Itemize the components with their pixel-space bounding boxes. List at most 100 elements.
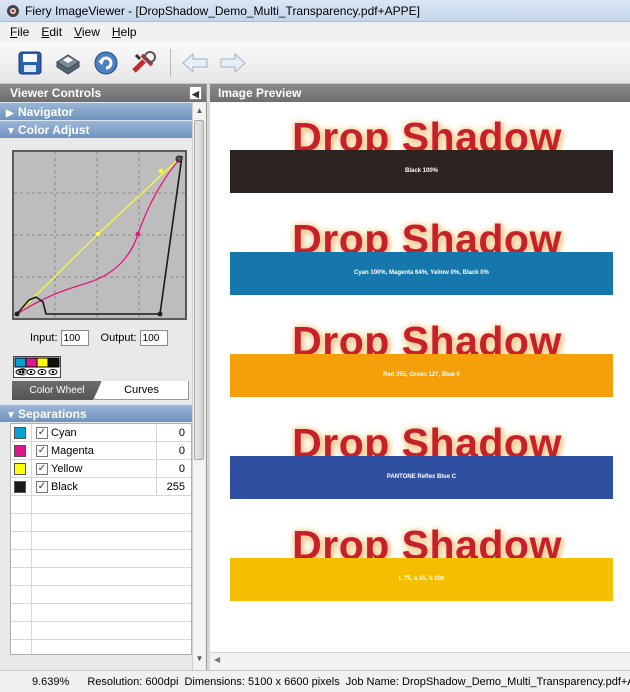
separation-row-magenta[interactable]: ✓ Magenta 0	[11, 442, 191, 460]
menu-file[interactable]: File	[4, 25, 35, 39]
collapse-triangle-icon: ▼	[6, 126, 16, 137]
scroll-thumb[interactable]	[194, 120, 204, 460]
empty-row	[11, 514, 191, 532]
tools-icon	[132, 50, 156, 73]
endpoint-marker[interactable]	[175, 155, 183, 163]
separation-name: Magenta	[51, 444, 94, 457]
toolbar	[0, 42, 630, 84]
color-band: L 75, a 15, b 100	[230, 558, 613, 601]
print-button[interactable]	[50, 46, 86, 80]
yellow-checkbox[interactable]: ✓	[36, 462, 48, 475]
color-adjust-section[interactable]: ▼ Color Adjust	[0, 120, 192, 138]
menu-help[interactable]: Help	[106, 25, 143, 39]
separation-value: 0	[178, 444, 185, 457]
tab-color-wheel[interactable]: Color Wheel	[12, 381, 102, 400]
preview-block: Drop Shadow Black 100%	[210, 114, 630, 216]
color-band: Cyan 100%, Magenta 64%, Yellow 0%, Black…	[230, 252, 613, 295]
preview-block: Drop Shadow Cyan 100%, Magenta 64%, Yell…	[210, 216, 630, 318]
empty-row	[11, 604, 191, 622]
viewer-controls-title: Viewer Controls	[10, 86, 102, 100]
empty-row	[11, 532, 191, 550]
tab-curves[interactable]: Curves	[94, 381, 189, 400]
input-field[interactable]	[60, 330, 89, 346]
preview-block: Drop Shadow PANTONE Reflex Blue C	[210, 420, 630, 522]
refresh-icon	[94, 51, 118, 74]
color-band: Black 100%	[230, 150, 613, 193]
color-adjust-tabs: Color Wheel Curves	[12, 381, 192, 400]
input-output-row: Input: Output:	[0, 326, 192, 350]
channel-selector[interactable]: 👁	[13, 356, 61, 378]
magenta-point[interactable]	[135, 231, 141, 237]
black-swatch	[14, 480, 26, 493]
color-band: Red 255, Green 127, Blue 0	[230, 354, 613, 397]
print-icon	[56, 53, 80, 75]
black-point[interactable]	[157, 311, 163, 317]
curves-plot[interactable]	[14, 152, 185, 318]
back-button[interactable]	[177, 46, 213, 80]
image-preview-canvas[interactable]: Drop Shadow Black 100% Drop Shadow Cyan …	[210, 102, 630, 652]
save-button[interactable]	[12, 46, 48, 80]
color-adjust-label: Color Adjust	[18, 123, 90, 137]
separation-value: 255	[166, 480, 185, 493]
forward-arrow-icon	[220, 52, 246, 73]
forward-button[interactable]	[215, 46, 251, 80]
separations-table: ✓ Cyan 0 ✓ Magenta 0 ✓ Yellow 0 ✓ Black …	[10, 423, 192, 655]
yellow-point[interactable]	[158, 168, 164, 174]
separation-name: Yellow	[51, 462, 83, 475]
image-preview-panel: Image Preview Drop Shadow Black 100% Dro…	[210, 84, 630, 670]
yellow-point[interactable]	[95, 231, 101, 237]
scroll-up-icon[interactable]: ▲	[193, 104, 206, 118]
menu-view[interactable]: View	[68, 25, 106, 39]
navigator-label: Navigator	[18, 105, 74, 119]
navigator-section[interactable]: ▶ Navigator	[0, 102, 192, 120]
separation-row-cyan[interactable]: ✓ Cyan 0	[11, 424, 191, 442]
color-band: PANTONE Reflex Blue C	[230, 456, 613, 499]
empty-row	[11, 496, 191, 514]
resolution-text: Resolution: 600dpi	[87, 675, 179, 688]
job-name-text: Job Name: DropShadow_Demo_Multi_Transpar…	[345, 675, 630, 688]
toolbar-separator	[170, 48, 171, 77]
separations-section[interactable]: ▼ Separations	[0, 404, 192, 422]
window-title: Fiery ImageViewer - [DropShadow_Demo_Mul…	[25, 3, 420, 18]
input-label: Input:	[30, 332, 58, 344]
scroll-left-icon[interactable]: ◀	[214, 655, 220, 664]
separations-label: Separations	[18, 407, 87, 421]
menu-edit[interactable]: Edit	[35, 25, 68, 39]
separation-row-yellow[interactable]: ✓ Yellow 0	[11, 460, 191, 478]
image-preview-header: Image Preview	[210, 84, 630, 102]
tools-button[interactable]	[126, 46, 162, 80]
cyan-swatch	[14, 426, 26, 439]
back-arrow-icon	[182, 52, 208, 73]
black-point[interactable]	[14, 311, 20, 317]
menu-bar: File Edit View Help	[0, 22, 630, 42]
save-icon	[18, 51, 42, 74]
app-icon	[7, 4, 19, 17]
yellow-swatch	[14, 462, 26, 475]
separation-name: Black	[51, 480, 78, 493]
separation-row-black[interactable]: ✓ Black 255	[11, 478, 191, 496]
curves-graph[interactable]	[12, 150, 187, 320]
separation-value: 0	[178, 426, 185, 439]
empty-row	[11, 568, 191, 586]
viewer-controls-header: Viewer Controls ◀	[0, 84, 206, 102]
output-field[interactable]	[139, 330, 168, 346]
image-preview-title: Image Preview	[218, 86, 302, 100]
collapse-panel-button[interactable]: ◀	[189, 86, 202, 100]
separation-name: Cyan	[51, 426, 77, 439]
preview-block: Drop Shadow L 75, a 15, b 100	[210, 522, 630, 624]
empty-row	[11, 622, 191, 640]
refresh-button[interactable]	[88, 46, 124, 80]
dimensions-text: Dimensions: 5100 x 6600 pixels	[184, 675, 340, 688]
cyan-checkbox[interactable]: ✓	[36, 426, 48, 439]
left-vertical-scrollbar[interactable]: ▲ ▼	[192, 102, 205, 670]
magenta-checkbox[interactable]: ✓	[36, 444, 48, 457]
black-checkbox[interactable]: ✓	[36, 480, 48, 493]
preview-block: Drop Shadow Red 255, Green 127, Blue 0	[210, 318, 630, 420]
output-label: Output:	[100, 332, 137, 344]
title-bar: Fiery ImageViewer - [DropShadow_Demo_Mul…	[0, 0, 630, 22]
scroll-down-icon[interactable]: ▼	[193, 652, 206, 666]
magenta-swatch	[14, 444, 26, 457]
empty-row	[11, 586, 191, 604]
preview-horizontal-scrollbar[interactable]: ◀	[210, 652, 630, 670]
status-bar: 9.639% Resolution: 600dpi Dimensions: 51…	[0, 670, 630, 692]
